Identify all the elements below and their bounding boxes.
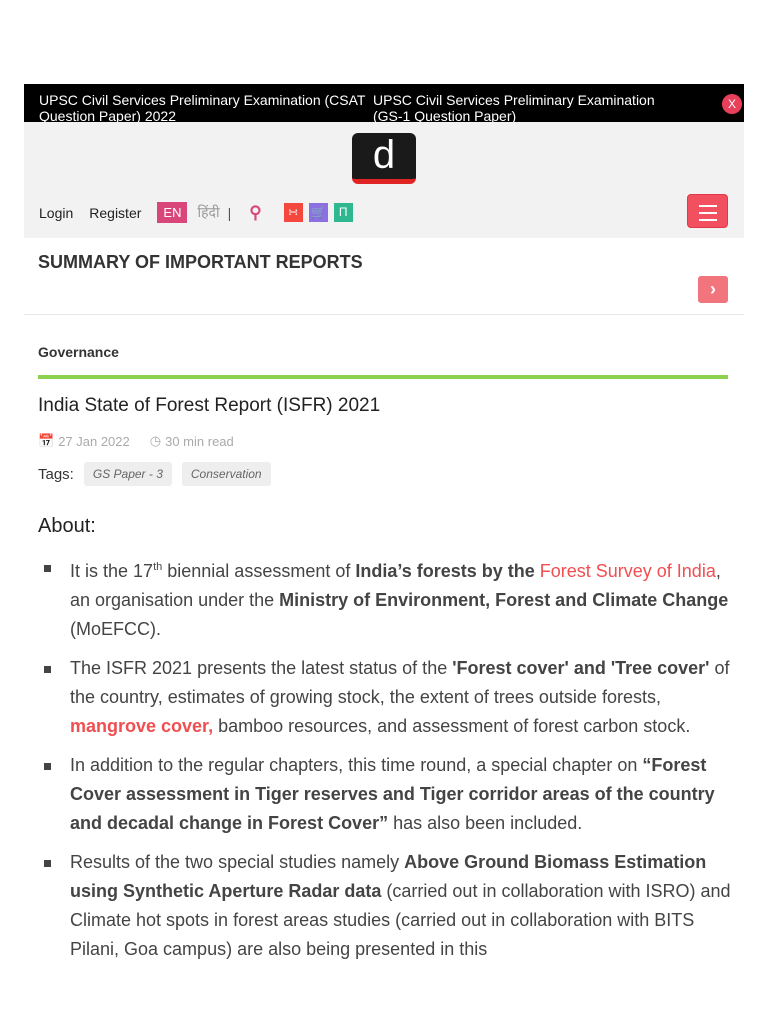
- divider: [24, 314, 744, 315]
- tag[interactable]: GS Paper - 3: [83, 462, 172, 486]
- text: The ISFR 2021 presents the latest status…: [70, 658, 453, 678]
- tag[interactable]: Conservation: [181, 462, 271, 486]
- section-title: SUMMARY OF IMPORTANT REPORTS: [38, 252, 363, 272]
- site-logo[interactable]: d: [352, 133, 416, 184]
- divider: |: [227, 204, 232, 221]
- register-link[interactable]: Register: [89, 205, 141, 221]
- article-title: India State of Forest Report (ISFR) 2021: [38, 395, 381, 416]
- clock-icon: ◷: [149, 433, 162, 448]
- bold-text: Ministry of Environment, Forest and Clim…: [279, 590, 729, 610]
- category-underline: [38, 375, 728, 379]
- text: bamboo resources, and assessment of fore…: [213, 716, 691, 736]
- article-meta: 📅 27 Jan 2022 ◷ 30 min read: [38, 433, 234, 449]
- bold-text: 'Forest cover' and 'Tree cover': [452, 658, 710, 678]
- lang-en-button[interactable]: EN: [157, 202, 188, 223]
- announcement-bar: UPSC Civil Services Preliminary Examinat…: [24, 84, 744, 122]
- list-item: Results of the two special studies namel…: [44, 848, 734, 964]
- text: In addition to the regular chapters, thi…: [70, 755, 643, 775]
- text: has also been included.: [388, 813, 583, 833]
- text: biennial assessment of: [162, 561, 356, 581]
- list-item: The ISFR 2021 presents the latest status…: [44, 654, 734, 741]
- header-nav: Login Register EN हिंदी | ⚲ ∺ 🛒 Π: [39, 202, 359, 223]
- article-date: 27 Jan 2022: [58, 433, 130, 449]
- text: Results of the two special studies namel…: [70, 852, 405, 872]
- search-icon[interactable]: ⚲: [249, 203, 261, 223]
- hamburger-menu-button[interactable]: [687, 194, 728, 228]
- tags: Tags: GS Paper - 3 Conservation: [38, 462, 271, 486]
- list-item: In addition to the regular chapters, thi…: [44, 751, 734, 838]
- article-category[interactable]: Governance: [38, 344, 119, 360]
- text: th: [153, 561, 163, 573]
- close-button[interactable]: X: [722, 94, 742, 114]
- cart-icon[interactable]: 🛒: [308, 203, 328, 222]
- read-time: 30 min read: [165, 433, 234, 449]
- highlight-link[interactable]: Forest Survey of India: [540, 561, 716, 581]
- tags-label: Tags:: [38, 465, 74, 483]
- about-heading: About:: [38, 515, 96, 537]
- text: (MoEFCC).: [70, 619, 161, 639]
- page-bottom: [0, 966, 768, 1024]
- login-link[interactable]: Login: [39, 205, 73, 221]
- lang-hindi-button[interactable]: हिंदी: [197, 203, 219, 222]
- list-item: It is the 17th biennial assessment of In…: [44, 553, 734, 644]
- text: It is the 17: [70, 561, 154, 581]
- presentation-icon[interactable]: Π: [333, 203, 353, 222]
- rss-icon[interactable]: ∺: [283, 203, 303, 222]
- bold-text: India’s forests by the: [355, 561, 540, 581]
- chevron-right-icon[interactable]: ›: [698, 276, 728, 303]
- logo-letter: d: [372, 133, 396, 177]
- calendar-icon: 📅: [38, 433, 55, 448]
- announcement-link[interactable]: UPSC Civil Services Preliminary Examinat…: [39, 92, 379, 122]
- site-header: d Login Register EN हिंदी | ⚲ ∺ 🛒 Π: [24, 122, 744, 238]
- highlight-link[interactable]: mangrove cover,: [70, 716, 213, 736]
- announcement-link[interactable]: UPSC Civil Services Preliminary Examinat…: [373, 92, 673, 122]
- bullet-list: It is the 17th biennial assessment of In…: [44, 553, 734, 974]
